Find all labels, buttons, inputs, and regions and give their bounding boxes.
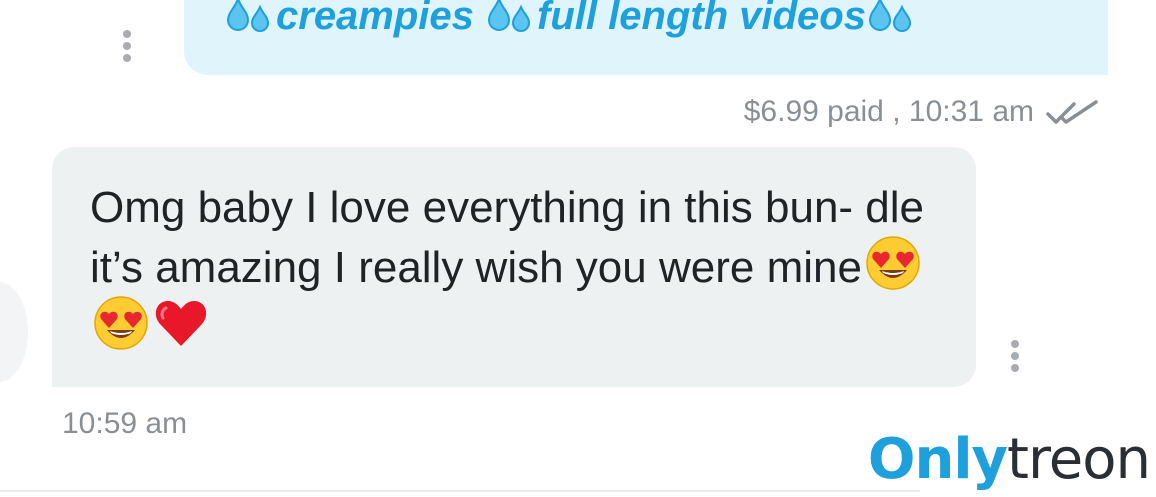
outgoing-text-part2: full length videos <box>537 0 866 38</box>
sweat-droplets-icon <box>226 0 270 33</box>
outgoing-text-part1: creampies <box>276 0 474 38</box>
message-options-icon[interactable] <box>122 30 132 66</box>
red-heart-icon <box>155 301 207 347</box>
avatar[interactable] <box>0 282 28 382</box>
outgoing-time: 10:31 am <box>908 95 1034 128</box>
watermark-part2: treon <box>1007 427 1151 492</box>
chat-view: creampies full length videos $6.99 paid … <box>0 0 1156 497</box>
outgoing-message-meta: $6.99 paid , 10:31 am <box>744 92 1034 132</box>
incoming-text: Omg baby I love everything in this bun- … <box>90 183 925 292</box>
double-check-icon <box>1046 100 1098 124</box>
meta-separator: , <box>892 95 901 128</box>
heart-eyes-icon <box>94 296 148 351</box>
message-options-icon[interactable] <box>1010 340 1020 376</box>
watermark-part1: Only <box>867 427 1008 492</box>
sweat-droplets-icon <box>488 0 531 33</box>
watermark-logo: Onlytreon <box>867 427 1151 492</box>
price-paid-label: $6.99 paid <box>743 95 884 128</box>
divider <box>0 490 920 492</box>
sweat-droplets-icon <box>868 0 911 33</box>
outgoing-message-text: creampies full length videos <box>224 0 918 48</box>
incoming-message-text: Omg baby I love everything in this bun- … <box>90 178 930 358</box>
incoming-time: 10:59 am <box>62 407 188 440</box>
heart-eyes-icon <box>866 236 920 291</box>
